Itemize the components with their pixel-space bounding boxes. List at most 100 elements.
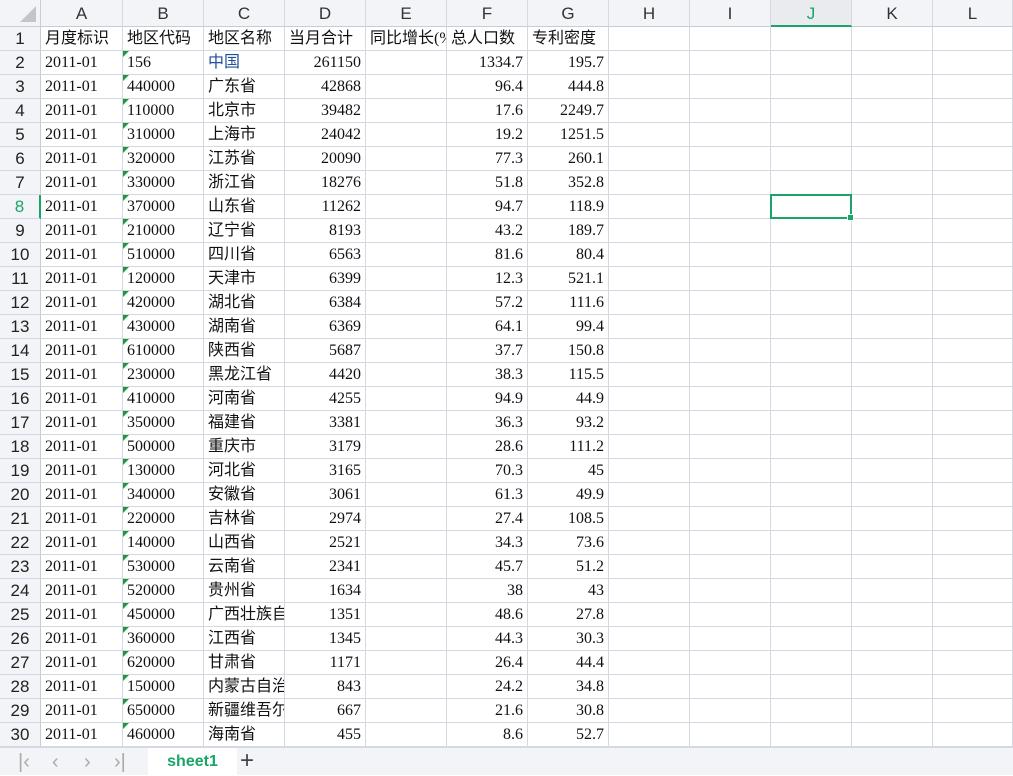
table-cell[interactable]: 2011-01 — [41, 435, 123, 459]
table-cell[interactable]: 河南省 — [204, 387, 285, 411]
table-cell[interactable] — [366, 171, 447, 195]
table-cell[interactable] — [933, 363, 1013, 387]
table-cell[interactable] — [933, 411, 1013, 435]
row-header-23[interactable]: 23 — [0, 555, 41, 579]
table-cell[interactable] — [609, 435, 690, 459]
table-cell[interactable] — [690, 483, 771, 507]
column-title-cell[interactable]: 地区名称 — [204, 27, 285, 51]
table-cell[interactable] — [366, 75, 447, 99]
row-header-16[interactable]: 16 — [0, 387, 41, 411]
row-header-3[interactable]: 3 — [0, 75, 41, 99]
table-cell[interactable]: 2011-01 — [41, 267, 123, 291]
table-cell[interactable]: 30.8 — [528, 699, 609, 723]
table-cell[interactable]: 2011-01 — [41, 411, 123, 435]
column-title-cell[interactable]: 当月合计 — [285, 27, 366, 51]
table-cell[interactable]: 安徽省 — [204, 483, 285, 507]
table-cell[interactable]: 510000 — [123, 243, 204, 267]
table-cell[interactable]: 43.2 — [447, 219, 528, 243]
table-cell[interactable]: 610000 — [123, 339, 204, 363]
table-cell[interactable]: 39482 — [285, 99, 366, 123]
last-sheet-icon[interactable]: ›| — [114, 750, 126, 774]
row-header-6[interactable]: 6 — [0, 147, 41, 171]
table-cell[interactable] — [366, 627, 447, 651]
table-cell[interactable]: 新疆维吾尔自治区 — [204, 699, 285, 723]
table-cell[interactable] — [852, 627, 933, 651]
table-cell[interactable] — [852, 531, 933, 555]
row-header-21[interactable]: 21 — [0, 507, 41, 531]
table-cell[interactable] — [366, 555, 447, 579]
row-header-17[interactable]: 17 — [0, 411, 41, 435]
table-cell[interactable]: 330000 — [123, 171, 204, 195]
table-cell[interactable] — [771, 699, 852, 723]
table-cell[interactable]: 340000 — [123, 483, 204, 507]
table-cell[interactable]: 浙江省 — [204, 171, 285, 195]
table-cell[interactable]: 48.6 — [447, 603, 528, 627]
table-cell[interactable] — [771, 243, 852, 267]
table-cell[interactable]: 195.7 — [528, 51, 609, 75]
table-cell[interactable]: 51.2 — [528, 555, 609, 579]
table-cell[interactable]: 2011-01 — [41, 243, 123, 267]
table-cell[interactable]: 49.9 — [528, 483, 609, 507]
table-cell[interactable]: 2011-01 — [41, 99, 123, 123]
row-header-19[interactable]: 19 — [0, 459, 41, 483]
column-header-d[interactable]: D — [285, 0, 366, 27]
table-cell[interactable]: 6399 — [285, 267, 366, 291]
table-cell[interactable]: 310000 — [123, 123, 204, 147]
table-cell[interactable]: 2011-01 — [41, 459, 123, 483]
table-cell[interactable]: 94.7 — [447, 195, 528, 219]
table-cell[interactable]: 山东省 — [204, 195, 285, 219]
table-cell[interactable] — [933, 171, 1013, 195]
table-cell[interactable] — [771, 507, 852, 531]
table-cell[interactable] — [366, 531, 447, 555]
column-header-k[interactable]: K — [852, 0, 933, 27]
table-cell[interactable] — [609, 27, 690, 51]
table-cell[interactable]: 2011-01 — [41, 603, 123, 627]
table-cell[interactable] — [771, 411, 852, 435]
row-header-24[interactable]: 24 — [0, 579, 41, 603]
table-cell[interactable]: 108.5 — [528, 507, 609, 531]
table-cell[interactable] — [690, 147, 771, 171]
table-cell[interactable]: 28.6 — [447, 435, 528, 459]
table-cell[interactable] — [366, 507, 447, 531]
table-cell[interactable] — [771, 675, 852, 699]
table-cell[interactable]: 河北省 — [204, 459, 285, 483]
table-cell[interactable]: 38 — [447, 579, 528, 603]
table-cell[interactable]: 350000 — [123, 411, 204, 435]
table-cell[interactable] — [771, 99, 852, 123]
table-cell[interactable] — [366, 339, 447, 363]
table-cell[interactable] — [933, 339, 1013, 363]
table-cell[interactable]: 352.8 — [528, 171, 609, 195]
row-header-12[interactable]: 12 — [0, 291, 41, 315]
row-header-22[interactable]: 22 — [0, 531, 41, 555]
table-cell[interactable] — [771, 147, 852, 171]
table-cell[interactable]: 189.7 — [528, 219, 609, 243]
table-cell[interactable] — [366, 579, 447, 603]
table-cell[interactable] — [933, 75, 1013, 99]
table-cell[interactable] — [690, 195, 771, 219]
table-cell[interactable] — [933, 387, 1013, 411]
table-cell[interactable] — [852, 315, 933, 339]
table-cell[interactable] — [852, 411, 933, 435]
table-cell[interactable]: 北京市 — [204, 99, 285, 123]
table-cell[interactable] — [366, 123, 447, 147]
table-cell[interactable] — [852, 51, 933, 75]
table-cell[interactable]: 24042 — [285, 123, 366, 147]
table-cell[interactable]: 四川省 — [204, 243, 285, 267]
row-header-9[interactable]: 9 — [0, 219, 41, 243]
table-cell[interactable] — [852, 387, 933, 411]
table-cell[interactable] — [690, 315, 771, 339]
table-cell[interactable] — [609, 315, 690, 339]
table-cell[interactable]: 8193 — [285, 219, 366, 243]
table-cell[interactable]: 73.6 — [528, 531, 609, 555]
table-cell[interactable]: 6384 — [285, 291, 366, 315]
table-cell[interactable] — [366, 267, 447, 291]
table-cell[interactable]: 44.4 — [528, 651, 609, 675]
table-cell[interactable] — [609, 459, 690, 483]
table-cell[interactable]: 320000 — [123, 147, 204, 171]
table-cell[interactable]: 湖南省 — [204, 315, 285, 339]
column-header-a[interactable]: A — [41, 0, 123, 27]
table-cell[interactable]: 内蒙古自治区 — [204, 675, 285, 699]
table-cell[interactable]: 24.2 — [447, 675, 528, 699]
table-cell[interactable] — [609, 171, 690, 195]
table-cell[interactable] — [690, 363, 771, 387]
